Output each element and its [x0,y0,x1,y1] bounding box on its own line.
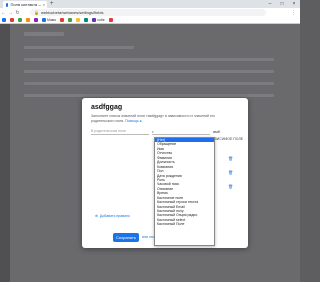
bookmark-favicon-icon [18,18,22,22]
bookmark-favicon-icon [68,18,73,22]
background-row [24,94,274,97]
help-link[interactable]: Помощь [125,119,139,123]
background-row [24,70,274,73]
background-row [24,58,274,61]
bookmarks-bar: Мамо cutie [0,17,300,24]
help-icon: ● [139,118,142,123]
bookmark-favicon-icon [84,18,89,22]
bookmark-item[interactable] [68,18,73,22]
app-sidebar [0,24,10,282]
bookmark-label: Мамо [47,18,57,22]
field-dropdown-list[interactable]: (Нет) Обращение Имя Отчество Фамилия Должност… [154,137,215,246]
delete-icon[interactable]: 🗑 [228,170,233,175]
bookmark-item[interactable]: cutie [92,18,105,22]
back-arrow-icon[interactable]: ← [0,10,7,16]
tab-title: Поля контакта — Web Loc [10,2,40,7]
bookmark-item[interactable] [84,18,89,22]
dialog-description: Заполните список значений поля «asdfggag… [91,114,239,123]
bookmark-label: cutie [97,18,105,22]
bookmark-item[interactable] [108,18,113,22]
tab-favicon-icon [6,2,9,7]
chevron-down-icon: ▾ [152,129,154,134]
menu-icon[interactable]: ⋮ [290,10,297,16]
tab-close-icon[interactable]: × [43,2,45,7]
dialog-title: asdfggag [91,104,123,111]
background-row [24,46,134,49]
bookmark-item[interactable]: Мамо [42,18,56,22]
bookmark-item[interactable] [60,18,65,22]
bookmark-favicon-icon [60,18,65,22]
minimize-button[interactable]: – [264,0,276,8]
bookmark-item[interactable] [10,18,14,22]
save-button[interactable]: Сохранить [113,233,139,242]
close-window-button[interactable]: × [288,0,300,8]
bookmark-favicon-icon [2,18,6,22]
bookmark-favicon-icon [34,18,38,22]
background-row [24,82,274,85]
bookmark-item[interactable] [2,18,6,22]
description-text: Заполните список значений поля «asdfggag… [91,114,216,123]
bookmark-favicon-icon [92,18,97,22]
browser-tab-bar: Поля контакта — Web Loc × + – □ × [0,0,300,8]
bookmark-item[interactable] [18,18,22,22]
plus-icon: ⊕ [95,214,98,218]
bookmark-item[interactable] [26,18,30,22]
parent-value-select[interactable]: ▾ [152,129,210,135]
parent-value-row: В родительском поле ▾ asdf [91,129,220,135]
browser-tab[interactable]: Поля контакта — Web Loc × [3,1,47,8]
bookmark-favicon-icon [76,18,81,22]
bookmark-item[interactable] [76,18,81,22]
reload-icon[interactable]: ↻ [14,10,21,16]
maximize-button[interactable]: □ [276,0,288,8]
bookmark-item[interactable] [34,18,38,22]
address-text: weblocbeta/webaxes/settings/fields [40,10,104,15]
navigation-bar: ← → ↻ 🔒 weblocbeta/webaxes/settings/fiel… [0,8,300,17]
bookmark-favicon-icon [26,18,30,22]
add-rule-link[interactable]: ⊕ Добавить правило [95,214,130,218]
add-rule-label: Добавить правило [99,214,131,218]
bookmark-favicon-icon [108,18,113,22]
selected-value: asdf [213,130,220,134]
bookmark-favicon-icon [10,18,14,22]
parent-field-input[interactable]: В родительском поле [91,129,149,135]
delete-icon[interactable]: 🗑 [228,156,233,161]
background-header [24,32,64,36]
delete-icon[interactable]: 🗑 [228,184,233,189]
dropdown-option[interactable]: Кастомный Поле [155,222,214,226]
address-bar[interactable]: 🔒 weblocbeta/webaxes/settings/fields [30,9,266,16]
bookmark-favicon-icon [42,18,46,22]
forward-arrow-icon[interactable]: → [7,10,14,16]
new-tab-button[interactable]: + [50,1,54,7]
lock-icon: 🔒 [34,10,39,15]
